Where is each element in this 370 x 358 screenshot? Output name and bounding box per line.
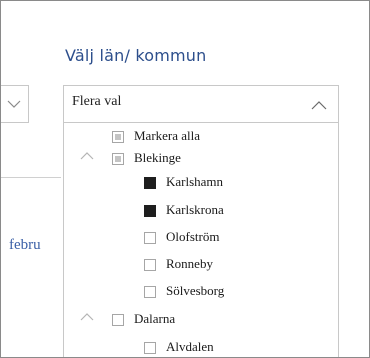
list-item[interactable]: Ronneby xyxy=(64,255,334,279)
list-item-label: Markera alla xyxy=(134,128,201,143)
list-item-label: Karlshamn xyxy=(166,174,224,189)
list-item-label: Dalarna xyxy=(134,311,176,326)
list-item-label: Blekinge xyxy=(134,150,181,165)
expand-collapse-icon[interactable] xyxy=(80,151,94,161)
chevron-down-icon xyxy=(7,100,21,108)
list-item-label: Sölvesborg xyxy=(166,283,225,298)
checkbox[interactable] xyxy=(112,153,124,165)
list-item[interactable]: Karlskrona xyxy=(64,201,334,225)
checkbox[interactable] xyxy=(112,314,124,326)
checkbox[interactable] xyxy=(144,232,156,244)
list-item[interactable]: Dalarna xyxy=(64,310,334,334)
checkbox[interactable] xyxy=(144,342,156,354)
adjacent-visual: febru xyxy=(1,1,61,357)
list-item[interactable]: Alvdalen xyxy=(64,338,334,357)
slicer-title: Välj län/ kommun xyxy=(65,46,207,65)
slicer-list: Markera alla Blekinge Karlshamn Karlskrona O… xyxy=(63,123,339,357)
list-item[interactable]: Olofström xyxy=(64,228,334,252)
list-item[interactable]: Markera alla xyxy=(64,127,334,151)
list-item[interactable]: Sölvesborg xyxy=(64,282,334,306)
list-item-label: Olofström xyxy=(166,229,220,244)
list-item-label: Ronneby xyxy=(166,256,213,271)
dropdown-selected-value: Flera val xyxy=(72,94,122,109)
checkbox[interactable] xyxy=(112,131,124,143)
slicer-dropdown[interactable]: Flera val xyxy=(63,85,339,123)
month-label: febru xyxy=(9,237,41,253)
chevron-up-icon[interactable] xyxy=(310,98,328,112)
list-item-label: Karlskrona xyxy=(166,202,224,217)
divider xyxy=(1,177,61,178)
report-canvas: febru Välj län/ kommun Flera val Markera… xyxy=(0,0,370,358)
adjacent-dropdown[interactable] xyxy=(1,85,29,123)
list-item[interactable]: Karlshamn xyxy=(64,173,334,197)
checkbox[interactable] xyxy=(144,286,156,298)
expand-collapse-icon[interactable] xyxy=(80,312,94,322)
checkbox[interactable] xyxy=(144,259,156,271)
checkbox[interactable] xyxy=(144,177,156,189)
checkbox[interactable] xyxy=(144,205,156,217)
list-item-label: Alvdalen xyxy=(166,339,214,354)
list-item[interactable]: Blekinge xyxy=(64,149,334,173)
